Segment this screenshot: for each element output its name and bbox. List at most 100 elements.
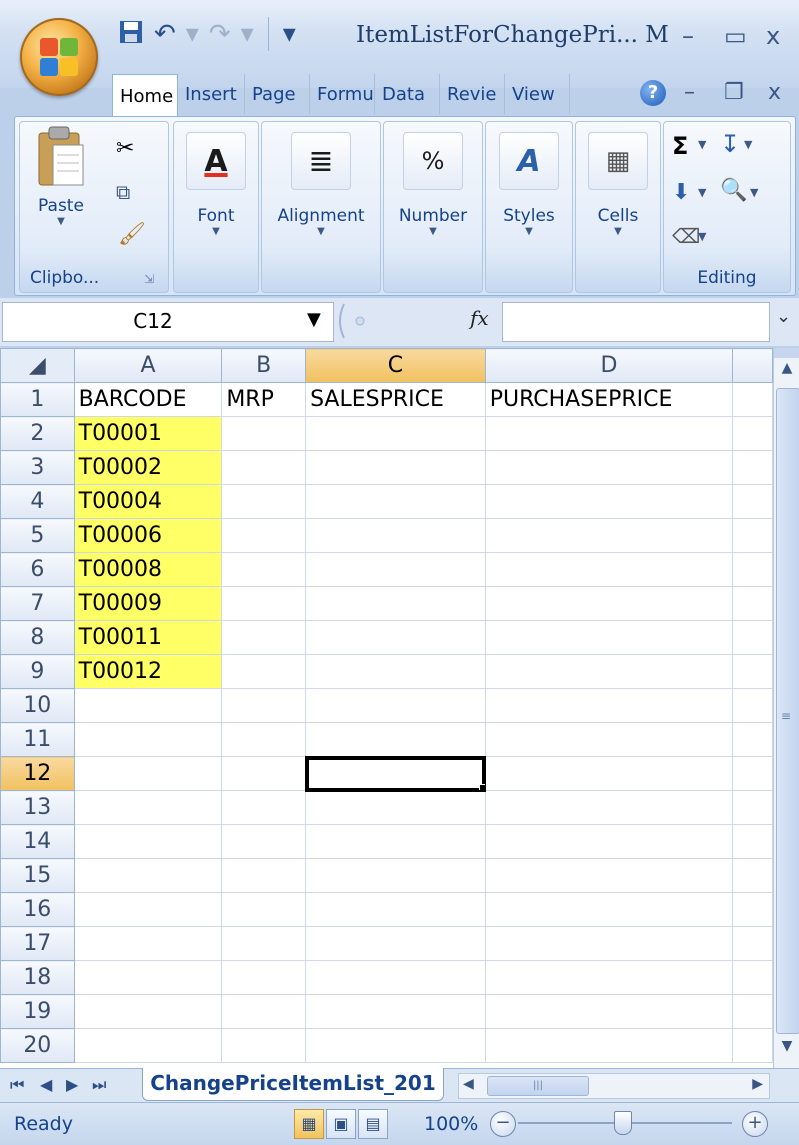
tab-data[interactable]: Data xyxy=(375,74,440,114)
cell-c18[interactable] xyxy=(305,960,486,995)
cell-d9[interactable] xyxy=(484,654,734,689)
cell-a6[interactable]: T00008 xyxy=(73,552,223,587)
cell-a14[interactable] xyxy=(73,824,223,859)
zoom-in-button[interactable]: + xyxy=(742,1111,768,1137)
cell-a15[interactable] xyxy=(73,858,223,893)
cell-e11[interactable] xyxy=(732,722,773,757)
cell-b14[interactable] xyxy=(221,824,307,859)
cell-e12[interactable] xyxy=(732,756,773,791)
expand-formula-bar-icon[interactable]: ⌄ xyxy=(776,306,791,327)
cell-d14[interactable] xyxy=(484,824,734,859)
cell-c8[interactable] xyxy=(305,620,486,655)
fill-handle[interactable] xyxy=(478,784,485,790)
customize-qat-icon[interactable]: ▾ xyxy=(283,21,296,47)
cell-d19[interactable] xyxy=(484,994,734,1029)
cell-c10[interactable] xyxy=(305,688,486,723)
close-button[interactable]: x xyxy=(766,22,780,50)
autosum-icon[interactable]: Σ xyxy=(672,132,688,160)
workbook-minimize-button[interactable]: – xyxy=(684,80,695,105)
cell-e9[interactable] xyxy=(732,654,773,689)
row-header-16[interactable]: 16 xyxy=(0,892,75,927)
sheet-tab-active[interactable]: ChangePriceItemList_201 xyxy=(142,1068,444,1101)
cell-d8[interactable] xyxy=(484,620,734,655)
column-header-e[interactable] xyxy=(732,348,773,383)
next-sheet-icon[interactable]: ▶ xyxy=(66,1075,78,1094)
name-box[interactable]: C12 ▼ xyxy=(2,302,334,342)
worksheet-grid[interactable]: ◢ A B C D 1 BARCODE MRP SALESPRICE PURCHASEP… xyxy=(0,348,773,1068)
insert-function-icon[interactable]: fx xyxy=(470,306,489,330)
paste-button[interactable]: Paste ▼ xyxy=(28,126,94,227)
tab-page-layout[interactable]: Page xyxy=(245,74,310,114)
cell-d18[interactable] xyxy=(484,960,734,995)
select-all-corner[interactable]: ◢ xyxy=(0,348,75,383)
copy-icon[interactable]: ⧉ xyxy=(116,180,130,204)
cell-d15[interactable] xyxy=(484,858,734,893)
cell-b1[interactable]: MRP xyxy=(221,382,307,417)
cell-d12[interactable] xyxy=(484,756,734,791)
cells-group[interactable]: ▦ Cells ▼ xyxy=(575,121,661,293)
paste-dropdown-icon[interactable]: ▼ xyxy=(28,216,94,227)
cell-d5[interactable] xyxy=(484,518,734,553)
cell-d10[interactable] xyxy=(484,688,734,723)
cell-a7[interactable]: T00009 xyxy=(73,586,223,621)
cell-a3[interactable]: T00002 xyxy=(73,450,223,485)
name-box-dropdown-icon[interactable]: ▼ xyxy=(307,309,321,330)
cell-e17[interactable] xyxy=(732,926,773,961)
tab-formulas[interactable]: Formu xyxy=(310,74,375,114)
cell-b4[interactable] xyxy=(221,484,307,519)
row-header-14[interactable]: 14 xyxy=(0,824,75,859)
find-select-icon[interactable]: 🔍 xyxy=(720,178,747,203)
workbook-restore-button[interactable]: ❐ xyxy=(724,80,744,105)
cell-c4[interactable] xyxy=(305,484,486,519)
first-sheet-icon[interactable]: ⏮ xyxy=(10,1075,24,1095)
row-header-2[interactable]: 2 xyxy=(0,416,75,451)
cell-c5[interactable] xyxy=(305,518,486,553)
cell-e19[interactable] xyxy=(732,994,773,1029)
row-header-20[interactable]: 20 xyxy=(0,1028,75,1063)
cell-e7[interactable] xyxy=(732,586,773,621)
cell-e13[interactable] xyxy=(732,790,773,825)
column-header-d[interactable]: D xyxy=(484,348,734,383)
cell-e10[interactable] xyxy=(732,688,773,723)
font-group[interactable]: A Font ▼ xyxy=(173,121,259,293)
cell-e6[interactable] xyxy=(732,552,773,587)
split-box[interactable] xyxy=(774,348,799,358)
cell-d7[interactable] xyxy=(484,586,734,621)
normal-view-button[interactable]: ▦ xyxy=(294,1109,324,1139)
cell-b6[interactable] xyxy=(221,552,307,587)
maximize-button[interactable]: ▭ xyxy=(724,22,747,50)
cell-c13[interactable] xyxy=(305,790,486,825)
cell-c16[interactable] xyxy=(305,892,486,927)
cell-c17[interactable] xyxy=(305,926,486,961)
cell-b3[interactable] xyxy=(221,450,307,485)
redo-icon[interactable]: ↷ xyxy=(209,21,231,47)
vertical-scroll-thumb[interactable]: ≡ xyxy=(776,388,799,1034)
cell-e8[interactable] xyxy=(732,620,773,655)
cut-icon[interactable]: ✂ xyxy=(116,136,134,161)
cell-a13[interactable] xyxy=(73,790,223,825)
page-layout-view-button[interactable]: ▣ xyxy=(326,1109,356,1139)
cell-c14[interactable] xyxy=(305,824,486,859)
help-icon[interactable]: ? xyxy=(640,80,666,106)
minimize-button[interactable]: – xyxy=(682,22,694,50)
cell-c20[interactable] xyxy=(305,1028,486,1063)
page-break-preview-button[interactable]: ▤ xyxy=(358,1109,388,1139)
cell-b18[interactable] xyxy=(221,960,307,995)
cell-d11[interactable] xyxy=(484,722,734,757)
cell-e16[interactable] xyxy=(732,892,773,927)
cell-d6[interactable] xyxy=(484,552,734,587)
cell-b10[interactable] xyxy=(221,688,307,723)
cell-a8[interactable]: T00011 xyxy=(73,620,223,655)
column-header-a[interactable]: A xyxy=(73,348,223,383)
cell-c9[interactable] xyxy=(305,654,486,689)
tab-view[interactable]: View xyxy=(505,74,570,114)
cell-d16[interactable] xyxy=(484,892,734,927)
cell-d1[interactable]: PURCHASEPRICE xyxy=(484,382,734,417)
cell-c3[interactable] xyxy=(305,450,486,485)
redo-dropdown-icon[interactable]: ▾ xyxy=(241,21,254,47)
cell-b17[interactable] xyxy=(221,926,307,961)
cell-e2[interactable] xyxy=(732,416,773,451)
cell-a2[interactable]: T00001 xyxy=(73,416,223,451)
cell-b11[interactable] xyxy=(221,722,307,757)
alignment-group[interactable]: ≣ Alignment ▼ xyxy=(261,121,381,293)
